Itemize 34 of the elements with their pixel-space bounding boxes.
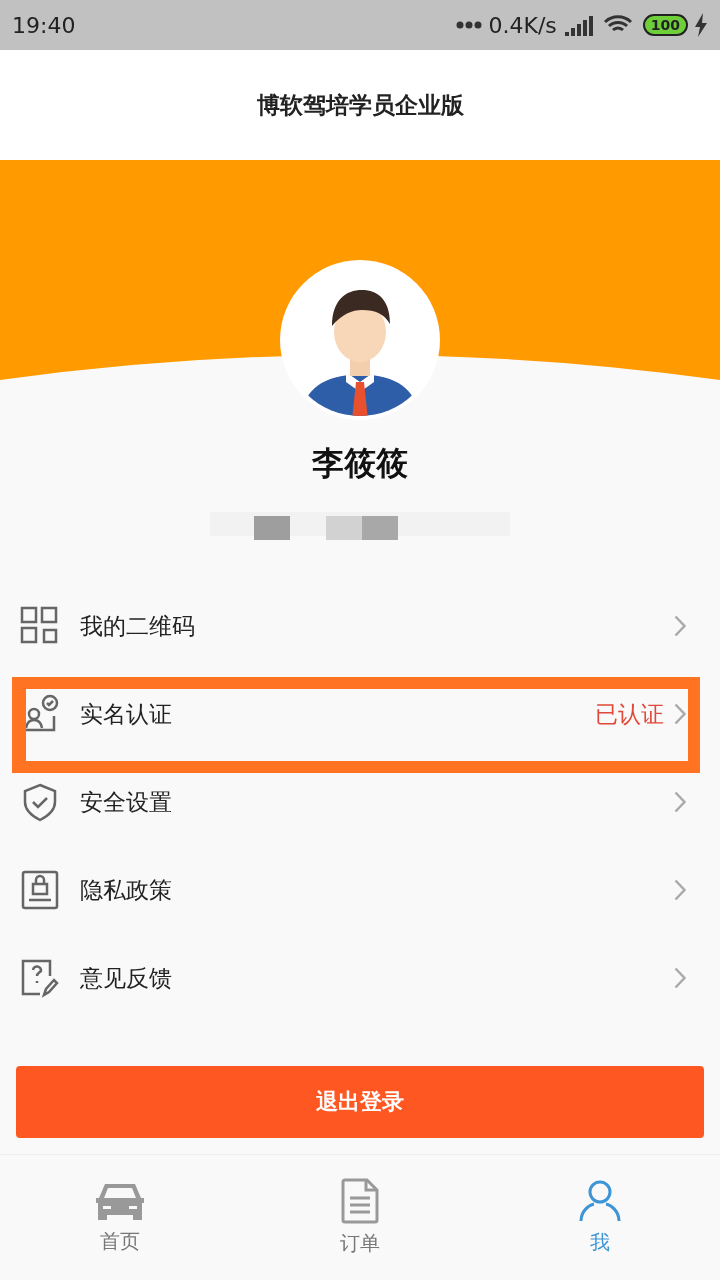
menu-item[interactable]: 安全设置 <box>0 758 720 846</box>
charging-icon <box>694 13 708 37</box>
menu-item[interactable]: 隐私政策 <box>0 846 720 934</box>
chevron-right-icon <box>674 967 686 989</box>
chevron-right-icon <box>674 615 686 637</box>
tab[interactable]: 订单 <box>240 1155 480 1280</box>
more-dots-icon <box>456 21 483 29</box>
menu-item[interactable]: 实名认证 已认证 <box>0 670 720 758</box>
lock-document-icon <box>20 870 60 910</box>
battery-level: 100 <box>642 14 688 36</box>
document-icon <box>341 1178 379 1224</box>
menu-label: 意见反馈 <box>80 963 173 993</box>
person-icon <box>578 1179 622 1223</box>
verified-status: 已认证 <box>595 699 664 729</box>
network-speed: 0.4K/s <box>488 12 557 38</box>
tab-label: 首页 <box>100 1228 140 1255</box>
chevron-right-icon <box>674 703 686 725</box>
menu-label: 安全设置 <box>80 787 173 817</box>
status-time: 19:40 <box>12 12 77 38</box>
chevron-right-icon <box>674 879 686 901</box>
signal-icon <box>564 14 593 36</box>
menu-label: 实名认证 <box>80 699 173 729</box>
app-title: 博软驾培学员企业版 <box>256 90 464 120</box>
feedback-question-icon <box>20 958 60 998</box>
tab[interactable]: 首页 <box>0 1155 240 1280</box>
qr-code-icon <box>20 606 60 646</box>
menu-item[interactable]: 意见反馈 <box>0 934 720 1022</box>
user-name: 李筱筱 <box>312 443 408 484</box>
menu-label: 隐私政策 <box>80 875 173 905</box>
menu-label: 我的二维码 <box>80 611 196 641</box>
tab-label: 订单 <box>340 1230 380 1257</box>
tab-label: 我 <box>590 1229 610 1256</box>
menu-item[interactable]: 我的二维码 <box>0 582 720 670</box>
chevron-right-icon <box>674 791 686 813</box>
